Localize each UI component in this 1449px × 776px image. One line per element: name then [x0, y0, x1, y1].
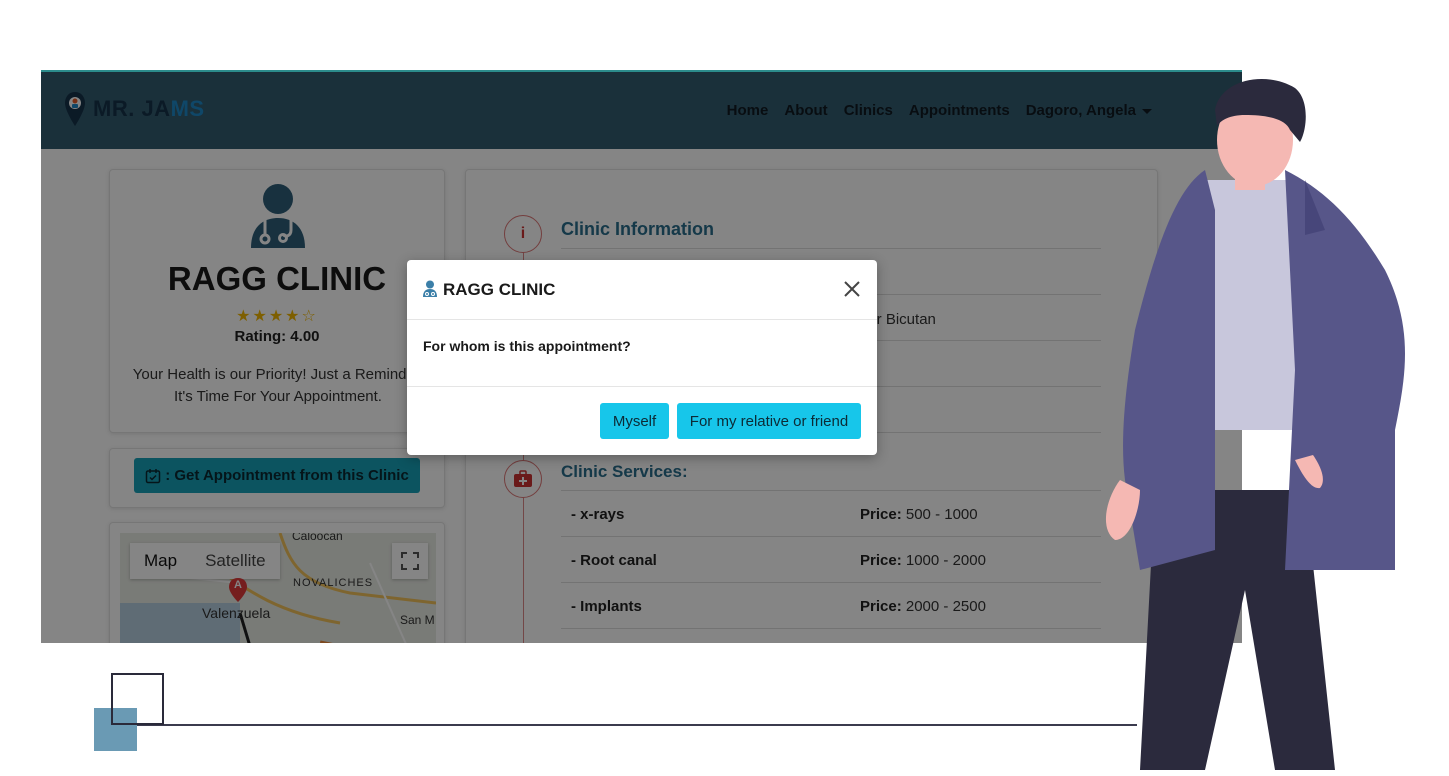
close-button[interactable] — [839, 276, 865, 302]
close-icon — [844, 281, 860, 297]
app-screenshot: MR. JAMS Home About Clinics Appointments… — [41, 70, 1242, 643]
myself-button[interactable]: Myself — [600, 403, 669, 439]
decorative-line — [137, 724, 1137, 726]
person-illustration — [1105, 79, 1405, 770]
modal-header: RAGG CLINIC — [407, 260, 877, 320]
appointment-modal: RAGG CLINIC For whom is this appointment… — [407, 260, 877, 455]
relative-or-friend-button[interactable]: For my relative or friend — [677, 403, 861, 439]
doctor-icon — [423, 280, 437, 297]
modal-title: RAGG CLINIC — [443, 280, 556, 299]
modal-footer: Myself For my relative or friend — [407, 386, 877, 455]
modal-question: For whom is this appointment? — [423, 338, 631, 354]
decorative-square-outline — [111, 673, 164, 725]
